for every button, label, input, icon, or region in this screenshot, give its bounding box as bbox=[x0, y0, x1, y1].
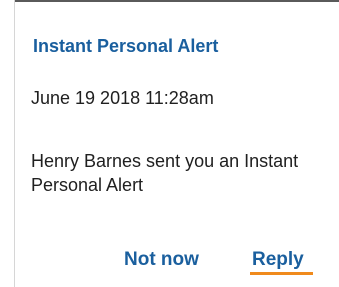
reply-focus-underline bbox=[250, 272, 313, 275]
dialog-title: Instant Personal Alert bbox=[33, 36, 219, 56]
not-now-button[interactable]: Not now bbox=[124, 249, 199, 271]
alert-message: Henry Barnes sent you an Instant Persona… bbox=[31, 151, 299, 195]
reply-button[interactable]: Reply bbox=[252, 249, 304, 271]
alert-dialog: Instant Personal Alert June 19 2018 11:2… bbox=[0, 0, 339, 287]
dialog-left-border bbox=[14, 0, 15, 287]
alert-date: June 19 2018 11:28am bbox=[31, 88, 214, 108]
dialog-top-border bbox=[14, 0, 339, 10]
